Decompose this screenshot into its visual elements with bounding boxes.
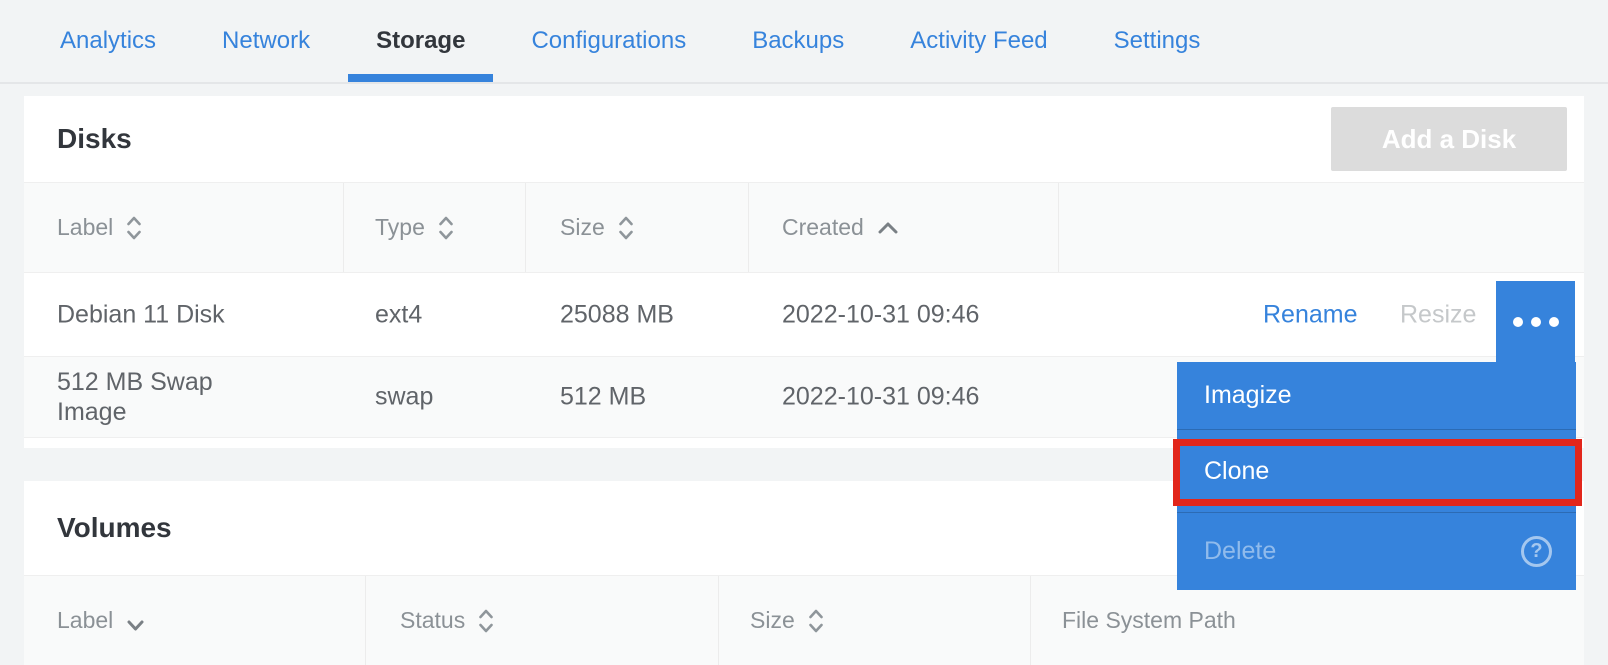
volumes-sort-size[interactable]: Size (750, 576, 824, 665)
column-header-label: Created (782, 214, 864, 241)
column-header-label: File System Path (1062, 607, 1236, 634)
disk-actions-menu: Imagize Clone Delete ? (1177, 362, 1576, 590)
volumes-sort-status[interactable]: Status (400, 576, 494, 665)
column-header-label: Type (375, 214, 425, 241)
disks-sort-created[interactable]: Created (782, 183, 899, 272)
column-divider (748, 183, 749, 272)
add-a-disk-button[interactable]: Add a Disk (1331, 107, 1567, 171)
rename-button[interactable]: Rename (1263, 300, 1358, 329)
tab-network[interactable]: Network (222, 0, 310, 82)
column-header-label: Label (57, 607, 113, 634)
tab-analytics[interactable]: Analytics (60, 0, 156, 82)
menu-item-label: Clone (1204, 457, 1269, 486)
column-header-label: Size (560, 214, 605, 241)
sort-both-icon (438, 215, 454, 241)
sort-both-icon (478, 608, 494, 634)
menu-item-label: Delete (1204, 537, 1276, 566)
disks-sort-size[interactable]: Size (560, 183, 634, 272)
disk-size-cell: 512 MB (560, 383, 646, 412)
column-header-label: Status (400, 607, 465, 634)
disks-section-header: Disks Add a Disk (24, 96, 1584, 182)
sort-asc-icon (877, 221, 899, 235)
disks-title: Disks (57, 123, 132, 155)
disk-label-cell: Debian 11 Disk (57, 300, 225, 329)
column-divider (718, 576, 719, 665)
sort-both-icon (126, 215, 142, 241)
volumes-sort-label[interactable]: Label (57, 576, 145, 665)
tab-settings[interactable]: Settings (1114, 0, 1201, 82)
tab-backups[interactable]: Backups (752, 0, 844, 82)
tab-storage[interactable]: Storage (376, 0, 465, 82)
tab-configurations[interactable]: Configurations (531, 0, 686, 82)
sort-desc-icon (126, 619, 145, 632)
column-divider (1030, 576, 1031, 665)
menu-item-label: Imagize (1204, 381, 1292, 410)
sort-both-icon (808, 608, 824, 634)
menu-item-delete[interactable]: Delete ? (1177, 512, 1576, 590)
help-icon[interactable]: ? (1521, 536, 1552, 567)
menu-item-imagize[interactable]: Imagize (1177, 362, 1576, 429)
disk-created-cell: 2022-10-31 09:46 (782, 300, 979, 329)
column-header-label: Label (57, 214, 113, 241)
disks-sort-label[interactable]: Label (57, 183, 142, 272)
menu-item-clone[interactable]: Clone (1177, 429, 1576, 512)
tab-activity-feed[interactable]: Activity Feed (910, 0, 1047, 82)
column-divider (365, 576, 366, 665)
sort-both-icon (618, 215, 634, 241)
column-divider (1058, 183, 1059, 272)
disk-size-cell: 25088 MB (560, 300, 674, 329)
tab-bar: Analytics Network Storage Configurations… (0, 0, 1608, 84)
disks-sort-type[interactable]: Type (375, 183, 454, 272)
disk-created-cell: 2022-10-31 09:46 (782, 383, 979, 412)
disk-actions-menu-button[interactable] (1496, 281, 1575, 362)
ellipsis-icon (1513, 317, 1559, 327)
disks-table-header-row: Label Type Size Created (24, 182, 1584, 272)
resize-button[interactable]: Resize (1400, 300, 1476, 329)
disk-type-cell: ext4 (375, 300, 422, 329)
column-divider (525, 183, 526, 272)
volumes-title: Volumes (57, 512, 172, 544)
disk-type-cell: swap (375, 383, 433, 412)
table-row: Debian 11 Disk ext4 25088 MB 2022-10-31 … (24, 272, 1584, 356)
disk-label-cell: 512 MB Swap Image (57, 367, 247, 427)
column-divider (343, 183, 344, 272)
column-header-label: Size (750, 607, 795, 634)
